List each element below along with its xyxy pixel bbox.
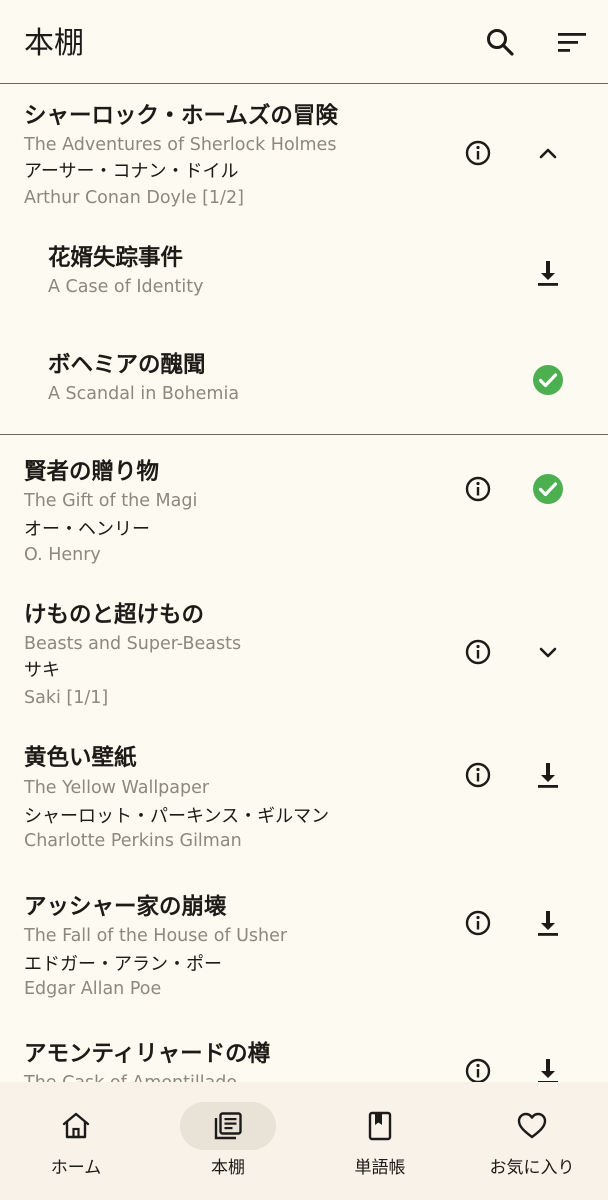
book-title-en: The Cask of Amontillado bbox=[24, 1071, 237, 1082]
info-button[interactable] bbox=[456, 467, 500, 511]
home-icon bbox=[62, 1112, 90, 1139]
download-button[interactable] bbox=[526, 753, 570, 797]
nav-home[interactable]: ホーム bbox=[0, 1082, 152, 1200]
book-title-jp: 賢者の贈り物 bbox=[24, 459, 160, 485]
download-icon bbox=[538, 1059, 558, 1082]
info-button[interactable] bbox=[456, 630, 500, 674]
top-app-bar: 本棚 bbox=[0, 0, 608, 84]
search-icon bbox=[487, 29, 514, 56]
search-button[interactable] bbox=[480, 22, 520, 62]
book-title-jp: シャーロック・ホームズの冒険 bbox=[24, 103, 338, 129]
nav-vocabulary-pill[interactable] bbox=[332, 1102, 428, 1150]
story-title-jp: ボヘミアの醜聞 bbox=[48, 352, 206, 378]
info-icon bbox=[465, 476, 491, 502]
expand-button[interactable] bbox=[526, 630, 570, 674]
sort-button[interactable] bbox=[552, 22, 592, 62]
book-title-jp: 黄色い壁紙 bbox=[24, 745, 137, 771]
info-button[interactable] bbox=[456, 753, 500, 797]
download-icon bbox=[538, 763, 558, 788]
chevron-up-icon bbox=[539, 148, 557, 159]
nav-label: 本棚 bbox=[211, 1158, 245, 1178]
info-button[interactable] bbox=[456, 1049, 500, 1082]
download-icon bbox=[538, 261, 558, 286]
download-button[interactable] bbox=[526, 901, 570, 945]
info-button[interactable] bbox=[456, 901, 500, 945]
book-author-en: O. Henry bbox=[24, 545, 101, 565]
story-title-en: A Case of Identity bbox=[48, 277, 204, 297]
bookshelf-list: シャーロック・ホームズの冒険 The Adventures of Sherloc… bbox=[0, 85, 608, 1082]
info-icon bbox=[465, 1058, 491, 1082]
book-author-jp: アーサー・コナン・ドイル bbox=[24, 161, 239, 182]
book-author-jp: サキ bbox=[24, 660, 60, 681]
info-icon bbox=[465, 762, 491, 788]
downloaded-status[interactable] bbox=[526, 467, 570, 511]
story-title-en: A Scandal in Bohemia bbox=[48, 384, 240, 404]
info-icon bbox=[465, 910, 491, 936]
heart-icon bbox=[517, 1112, 547, 1139]
book-author-en: Charlotte Perkins Gilman bbox=[24, 831, 242, 851]
book-title-en: Beasts and Super-Beasts bbox=[24, 634, 242, 654]
nav-favorites-pill[interactable] bbox=[484, 1102, 580, 1150]
book-title-en: The Gift of the Magi bbox=[24, 491, 198, 511]
book-title-en: The Yellow Wallpaper bbox=[24, 778, 210, 798]
download-icon bbox=[538, 911, 558, 936]
book-title-en: The Fall of the House of Usher bbox=[24, 926, 288, 946]
book-title-jp: けものと超けもの bbox=[24, 602, 205, 628]
nav-bookshelf[interactable]: 本棚 bbox=[152, 1082, 304, 1200]
chevron-down-icon bbox=[539, 647, 557, 658]
info-icon bbox=[465, 639, 491, 665]
library-icon bbox=[214, 1112, 242, 1140]
collapse-button[interactable] bbox=[526, 131, 570, 175]
story-title-jp: 花婿失踪事件 bbox=[48, 245, 184, 271]
download-button[interactable] bbox=[526, 1049, 570, 1082]
nav-label: ホーム bbox=[50, 1158, 102, 1178]
nav-label: お気に入り bbox=[489, 1158, 575, 1178]
nav-favorites[interactable]: お気に入り bbox=[456, 1082, 608, 1200]
bottom-navigation: ホーム 本棚 単語帳 お気に入り bbox=[0, 1082, 608, 1200]
download-button[interactable] bbox=[526, 251, 570, 295]
section-divider bbox=[0, 434, 608, 435]
nav-vocabulary[interactable]: 単語帳 bbox=[304, 1082, 456, 1200]
book-author-jp: エドガー・アラン・ポー bbox=[24, 954, 222, 975]
info-button[interactable] bbox=[456, 131, 500, 175]
book-author-en: Saki [1/1] bbox=[24, 688, 109, 708]
book-title-en: The Adventures of Sherlock Holmes bbox=[24, 135, 337, 155]
bookmark-book-icon bbox=[368, 1111, 392, 1141]
nav-bookshelf-pill[interactable] bbox=[180, 1102, 276, 1150]
book-author-jp: オー・ヘンリー bbox=[24, 519, 150, 540]
page-title: 本棚 bbox=[24, 26, 84, 61]
book-title-jp: アッシャー家の崩壊 bbox=[24, 894, 227, 920]
downloaded-status[interactable] bbox=[526, 358, 570, 402]
book-author-jp: シャーロット・パーキンス・ギルマン bbox=[24, 806, 330, 827]
book-author-en: Edgar Allan Poe bbox=[24, 979, 162, 999]
info-icon bbox=[465, 140, 491, 166]
check-circle-icon bbox=[533, 365, 563, 395]
nav-label: 単語帳 bbox=[354, 1158, 406, 1178]
book-author-en: Arthur Conan Doyle [1/2] bbox=[24, 188, 244, 208]
check-circle-icon bbox=[533, 474, 563, 504]
book-title-jp: アモンティリャードの樽 bbox=[24, 1041, 271, 1067]
sort-icon bbox=[558, 33, 586, 52]
nav-home-pill[interactable] bbox=[28, 1102, 124, 1150]
